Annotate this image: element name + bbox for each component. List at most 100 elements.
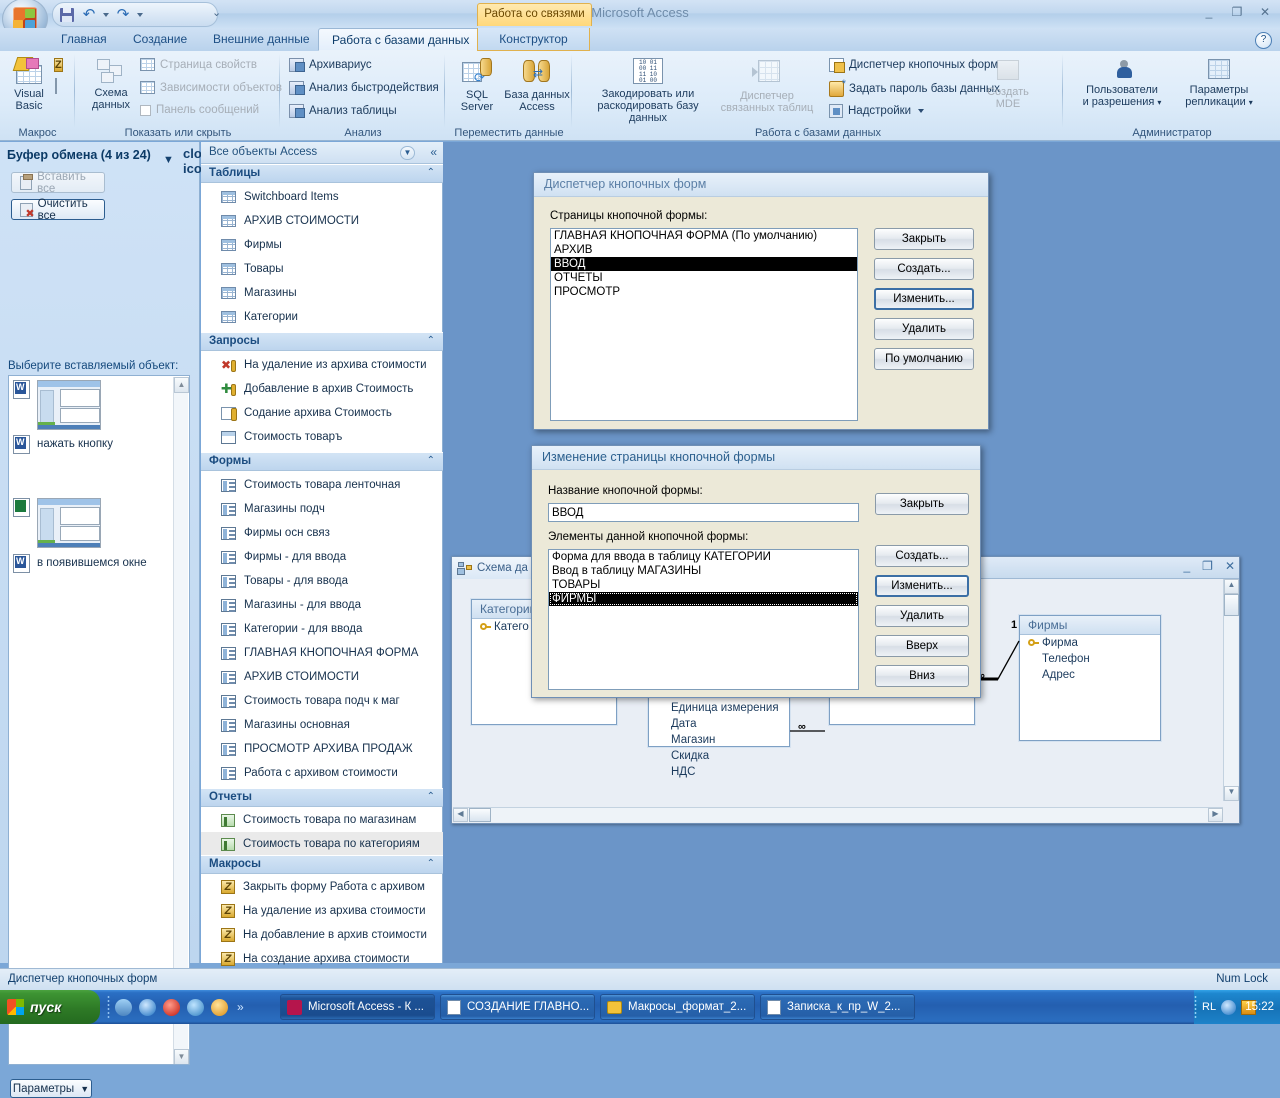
clipboard-item[interactable]: нажать кнопку <box>13 435 113 454</box>
sm-create-button[interactable]: Создать... <box>874 258 974 280</box>
taskbar-button-folder[interactable]: Макросы_формат_2... <box>600 994 755 1020</box>
paste-all-button[interactable]: Вставить все <box>11 171 105 195</box>
performance-analyzer-item[interactable]: Анализ быстродействия <box>289 81 439 95</box>
taskbar-button-word-2[interactable]: Записка_к_пр_W_2... <box>760 994 915 1020</box>
scroll-left-icon[interactable]: ◀ <box>453 808 468 822</box>
quick-launch-more-icon[interactable]: » <box>237 1000 244 1014</box>
taskbar-clock[interactable]: 15:22 <box>1245 1001 1274 1013</box>
list-item[interactable]: ГЛАВНАЯ КНОПОЧНАЯ ФОРМА (По умолчанию) <box>551 229 857 243</box>
scroll-thumb[interactable] <box>469 808 491 822</box>
sm-delete-button[interactable]: Удалить <box>874 318 974 340</box>
help-icon[interactable]: ? <box>1255 32 1272 49</box>
taskbar-button-word-1[interactable]: СОЗДАНИЕ ГЛАВНО... <box>440 994 595 1020</box>
sm-close-button[interactable]: Закрыть <box>874 228 974 250</box>
list-item[interactable]: ОТЧЕТЫ <box>551 271 857 285</box>
esp-edit-button[interactable]: Изменить... <box>875 575 969 597</box>
internet-explorer-icon[interactable] <box>139 998 156 1016</box>
nav-group-header-tables[interactable]: Таблицы ⌃ <box>201 164 443 183</box>
double-chevron-left-icon[interactable]: « <box>430 145 437 159</box>
nav-item-table[interactable]: Товары <box>201 257 443 281</box>
database-documenter-item[interactable]: Архивариус <box>289 58 372 72</box>
switchboard-pages-list[interactable]: ГЛАВНАЯ КНОПОЧНАЯ ФОРМА (По умолчанию) А… <box>550 228 858 421</box>
linked-table-manager-button[interactable]: Диспетчер связанных таблиц <box>715 55 819 114</box>
switchboard-manager-item[interactable]: Диспетчер кнопочных форм <box>829 58 998 73</box>
nav-item-form[interactable]: Магазины основная <box>201 713 443 737</box>
nav-item-query[interactable]: Содание архива Стоимость <box>201 401 443 425</box>
table-analyzer-item[interactable]: Анализ таблицы <box>289 104 397 118</box>
quick-launch-grip[interactable] <box>107 995 110 1019</box>
nav-item-form[interactable]: АРХИВ СТОИМОСТИ <box>201 665 443 689</box>
list-item[interactable]: Форма для ввода в таблицу КАТЕГОРИИ <box>549 550 858 564</box>
nav-item-form[interactable]: ГЛАВНАЯ КНОПОЧНАЯ ФОРМА <box>201 641 443 665</box>
nav-item-table[interactable]: АРХИВ СТОИМОСТИ <box>201 209 443 233</box>
property-sheet-item[interactable]: Страница свойств <box>140 58 257 71</box>
list-item[interactable]: АРХИВ <box>551 243 857 257</box>
nav-item-table[interactable]: Категории <box>201 305 443 329</box>
nav-item-table[interactable]: Фирмы <box>201 233 443 257</box>
switchboard-items-list[interactable]: Форма для ввода в таблицу КАТЕГОРИИ Ввод… <box>548 549 859 690</box>
tab-design[interactable]: Конструктор <box>477 28 590 51</box>
close-button[interactable]: ✕ <box>1256 4 1274 20</box>
relationships-button[interactable]: Схема данных <box>82 55 140 111</box>
add-ins-item[interactable]: Надстройки <box>829 104 925 118</box>
nav-item-form[interactable]: Товары - для ввода <box>201 569 443 593</box>
list-item[interactable]: ТОВАРЫ <box>549 578 858 592</box>
nav-item-form[interactable]: Стоимость товара подч к маг <box>201 689 443 713</box>
clipboard-item[interactable]: в появившемся окне <box>13 554 147 573</box>
relationship-table-firms[interactable]: Фирмы Фирма Телефон Адрес <box>1019 615 1161 741</box>
sql-server-button[interactable]: ⟳ SQL Server <box>452 55 502 113</box>
nav-item-macro[interactable]: Z На добавление в архив стоимости <box>201 923 443 947</box>
tab-external-data[interactable]: Внешние данные <box>200 28 323 51</box>
encode-decode-button[interactable]: 10 01 00 11 11 10 01 00 Закодировать или рас… <box>587 55 709 124</box>
nav-item-form[interactable]: Стоимость товара ленточная <box>201 473 443 497</box>
clipboard-options-button[interactable]: Параметры ▼ <box>10 1079 92 1098</box>
relationships-horizontal-scrollbar[interactable]: ◀ ▶ <box>453 807 1223 822</box>
scroll-down-icon[interactable]: ▼ <box>174 1049 189 1064</box>
nav-item-form[interactable]: Фирмы - для ввода <box>201 545 443 569</box>
nav-group-header-reports[interactable]: Отчеты ⌃ <box>201 788 443 807</box>
nav-item-macro[interactable]: Z Закрыть форму Работа с архивом <box>201 875 443 899</box>
show-desktop-icon[interactable] <box>115 998 132 1016</box>
nav-group-header-macros[interactable]: Макросы ⌃ <box>201 855 443 874</box>
tab-create[interactable]: Создание <box>120 28 200 51</box>
relwin-restore-button[interactable]: ❐ <box>1202 559 1213 573</box>
relationships-vertical-scrollbar[interactable]: ▲ ▼ <box>1223 579 1239 801</box>
nav-item-query[interactable]: Стоимость товаръ <box>201 425 443 449</box>
scroll-down-icon[interactable]: ▼ <box>1224 786 1239 801</box>
list-item[interactable]: Ввод в таблицу МАГАЗИНЫ <box>549 564 858 578</box>
convert-macro-button[interactable] <box>55 78 57 94</box>
nav-item-table[interactable]: Магазины <box>201 281 443 305</box>
relwin-minimize-button[interactable]: _ <box>1183 559 1190 573</box>
start-button[interactable]: пуск <box>0 990 100 1024</box>
tab-home[interactable]: Главная <box>48 28 120 51</box>
nav-item-form[interactable]: Работа с архивом стоимости <box>201 761 443 785</box>
nav-item-report[interactable]: Стоимость товара по магазинам <box>201 808 443 832</box>
opera-icon[interactable] <box>163 998 180 1016</box>
nav-item-table[interactable]: Switchboard Items <box>201 185 443 209</box>
minimize-button[interactable]: _ <box>1200 4 1218 20</box>
chevron-down-icon[interactable]: ▼ <box>400 146 415 160</box>
clipboard-scrollbar[interactable]: ▲ ▼ <box>173 377 189 1064</box>
tab-database-tools[interactable]: Работа с базами данных <box>318 28 484 51</box>
nav-item-form[interactable]: Фирмы осн связ <box>201 521 443 545</box>
message-bar-item[interactable]: Панель сообщений <box>140 104 259 116</box>
esp-move-down-button[interactable]: Вниз <box>875 665 969 687</box>
users-permissions-button[interactable]: Пользователи и разрешения ▾ <box>1078 55 1166 109</box>
scroll-thumb[interactable] <box>1224 594 1239 616</box>
nav-item-query[interactable]: ✖ На удаление из архива стоимости <box>201 353 443 377</box>
relwin-close-button[interactable]: ✕ <box>1225 559 1235 573</box>
firefox-icon[interactable] <box>187 998 204 1016</box>
clipboard-items-list[interactable]: нажать кнопку в появившемся окне ▲ ▼ <box>8 375 190 1065</box>
object-dependencies-item[interactable]: Зависимости объектов <box>140 81 282 94</box>
nav-group-header-forms[interactable]: Формы ⌃ <box>201 452 443 471</box>
nav-item-form[interactable]: ПРОСМОТР АРХИВА ПРОДАЖ <box>201 737 443 761</box>
make-mde-button[interactable]: Создать MDE <box>977 55 1039 110</box>
scroll-right-icon[interactable]: ▶ <box>1208 808 1223 822</box>
tray-grip[interactable] <box>1194 995 1197 1019</box>
list-item[interactable]: ВВОД <box>551 257 857 271</box>
set-password-item[interactable]: Задать пароль базы данных <box>829 78 1000 97</box>
switchboard-name-input[interactable]: ВВОД <box>548 503 859 522</box>
access-database-button[interactable]: ⇄ База данных Access <box>504 55 570 113</box>
clipboard-item[interactable] <box>13 380 101 430</box>
nav-item-report[interactable]: Стоимость товара по категориям <box>201 832 443 856</box>
